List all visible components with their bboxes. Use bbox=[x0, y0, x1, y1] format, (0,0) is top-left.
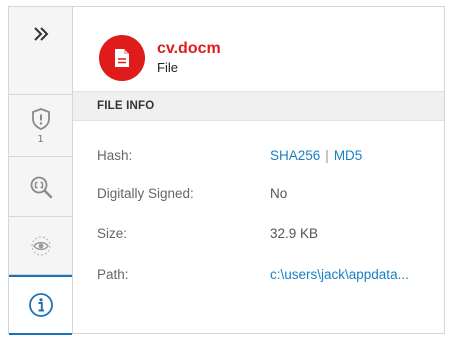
md5-link[interactable]: MD5 bbox=[334, 148, 363, 163]
observe-tab[interactable] bbox=[9, 217, 72, 275]
double-chevron-right-icon bbox=[33, 27, 48, 41]
file-header: cv.docm File bbox=[99, 33, 221, 83]
hash-row: Hash: SHA256 | MD5 bbox=[97, 145, 436, 165]
file-details-panel: 1 cv.docm File FILE INFO Hash: SHA256 | … bbox=[8, 6, 445, 335]
path-link[interactable]: c:\users\jack\appdata... bbox=[270, 267, 409, 282]
info-icon bbox=[28, 293, 53, 317]
file-type: File bbox=[157, 60, 178, 75]
file-name: cv.docm bbox=[157, 40, 221, 57]
expand-rail-button[interactable] bbox=[9, 7, 72, 95]
size-value: 32.9 KB bbox=[270, 225, 319, 241]
path-row: Path: c:\users\jack\appdata... bbox=[97, 264, 436, 284]
document-icon bbox=[115, 49, 129, 67]
file-title-block: cv.docm File bbox=[157, 40, 221, 76]
size-label: Size: bbox=[97, 225, 128, 241]
digitally-signed-row: Digitally Signed: No bbox=[97, 183, 436, 203]
investigate-tab[interactable] bbox=[9, 157, 72, 217]
side-rail: 1 bbox=[9, 7, 73, 335]
section-title: FILE INFO bbox=[97, 100, 155, 112]
file-info-section-header: FILE INFO bbox=[73, 91, 444, 121]
alerts-tab[interactable]: 1 bbox=[9, 95, 72, 157]
alerts-count: 1 bbox=[37, 133, 44, 145]
digitally-signed-value: No bbox=[270, 185, 288, 201]
investigate-search-icon bbox=[30, 176, 52, 198]
hash-label: Hash: bbox=[97, 147, 133, 163]
file-info-tab[interactable] bbox=[9, 275, 72, 335]
main-content: cv.docm File FILE INFO Hash: SHA256 | MD5 … bbox=[73, 7, 444, 333]
size-row: Size: 32.9 KB bbox=[97, 223, 436, 243]
eye-icon bbox=[30, 235, 51, 256]
file-badge bbox=[99, 35, 145, 81]
hash-separator: | bbox=[325, 147, 329, 163]
shield-alert-icon bbox=[31, 107, 50, 130]
path-label: Path: bbox=[97, 266, 129, 282]
digitally-signed-label: Digitally Signed: bbox=[97, 185, 194, 201]
sha256-link[interactable]: SHA256 bbox=[270, 148, 320, 163]
